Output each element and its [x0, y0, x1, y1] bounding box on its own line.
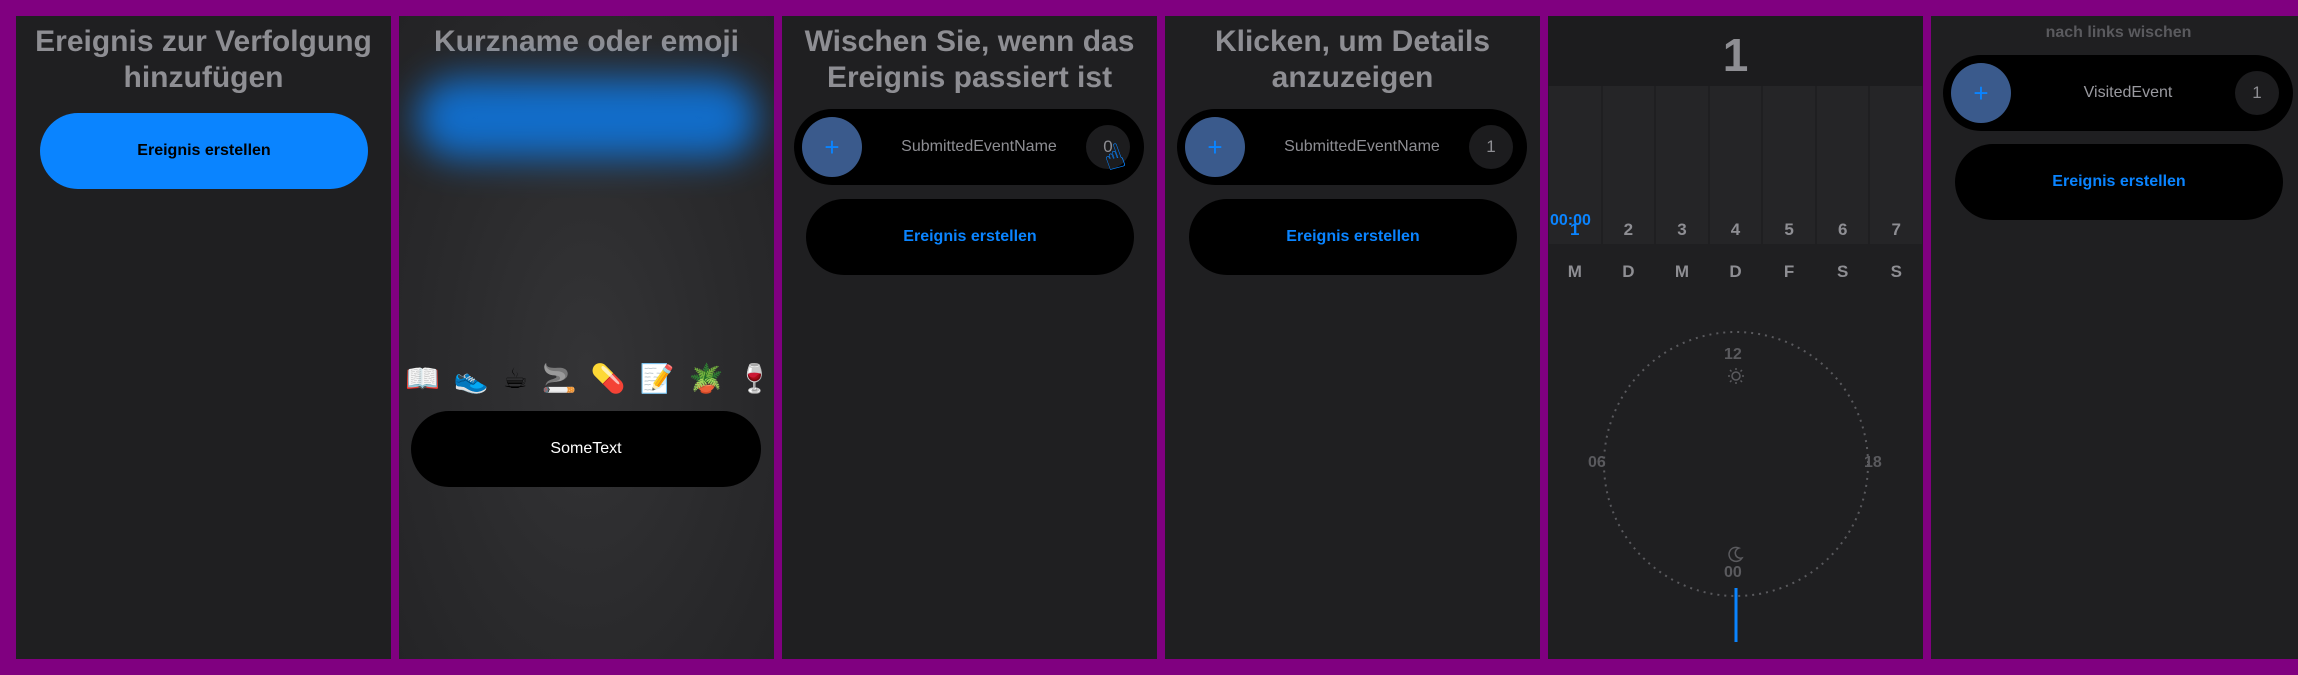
event-name: VisitedEvent — [2083, 84, 2173, 101]
create-event-button[interactable]: Ereignis erstellen — [806, 199, 1134, 275]
emoji-option[interactable]: 👟 — [454, 362, 489, 395]
create-event-button[interactable]: Ereignis erstellen — [1955, 144, 2283, 220]
panel-title: Klicken, um Details anzuzeigen — [1214, 25, 1491, 94]
emoji-option[interactable]: 💊 — [591, 362, 626, 395]
emoji-picker[interactable]: 📖👟☕🚬💊📝🪴🍷🍩 — [405, 362, 774, 395]
event-row[interactable]: + SubmittedEventName 0 — [794, 109, 1144, 185]
panel-title: Kurzname oder emoji — [433, 25, 740, 58]
onboarding-panel-stats: 1 1234567 00:00 MDMDFSS 12 06 18 00 — [1548, 16, 1923, 659]
clock-label-00: 00 — [1724, 564, 1742, 581]
event-row[interactable]: + VisitedEvent 1 — [1943, 55, 2293, 131]
create-event-label: Ereignis erstellen — [903, 228, 1037, 245]
emoji-option[interactable]: 🍷 — [737, 362, 772, 395]
panel-title: Ereignis zur Verfolgung hinzufügen — [35, 25, 372, 94]
plus-icon[interactable]: + — [802, 117, 862, 177]
create-event-button[interactable]: Ereignis erstellen — [1189, 199, 1517, 275]
create-event-button[interactable]: Ereignis erstellen — [40, 113, 368, 189]
clock-label-12: 12 — [1724, 346, 1742, 363]
create-event-label: Ereignis erstellen — [2052, 173, 2186, 190]
onboarding-panel-add-event: Ereignis zur Verfolgung hinzufügen Ereig… — [16, 16, 391, 659]
panel-title: Wischen Sie, wenn das Ereignis passiert … — [804, 25, 1135, 94]
onboarding-panel-swipe: Wischen Sie, wenn das Ereignis passiert … — [782, 16, 1157, 659]
emoji-option[interactable]: 🪴 — [688, 362, 723, 395]
create-event-label: Ereignis erstellen — [1286, 228, 1420, 245]
moon-icon — [1728, 546, 1744, 563]
onboarding-panel-name-input: Kurzname oder emoji 📖👟☕🚬💊📝🪴🍷🍩 SomeText — [399, 16, 774, 659]
emoji-option[interactable]: ☕ — [503, 362, 528, 395]
emoji-option[interactable]: 🚬 — [542, 362, 577, 395]
event-count: 1 — [1469, 125, 1513, 169]
event-count: 1 — [2235, 71, 2279, 115]
event-name: SubmittedEventName — [1284, 138, 1440, 155]
event-name: SubmittedEventName — [901, 138, 1057, 155]
plus-icon[interactable]: + — [1185, 117, 1245, 177]
event-row[interactable]: + SubmittedEventName 1 — [1177, 109, 1527, 185]
blurred-create-button — [417, 78, 757, 158]
name-input-field[interactable]: SomeText — [411, 411, 761, 487]
onboarding-panel-swipe-left: nach links wischen + VisitedEvent 1 Erei… — [1931, 16, 2298, 659]
emoji-option[interactable]: 📝 — [640, 362, 675, 395]
time-clock — [1603, 331, 1869, 642]
emoji-option[interactable]: 📖 — [405, 362, 440, 395]
clock-label-06: 06 — [1588, 454, 1606, 471]
onboarding-panel-details: Klicken, um Details anzuzeigen + Submitt… — [1165, 16, 1540, 659]
sun-icon — [1728, 368, 1744, 384]
plus-icon[interactable]: + — [1951, 63, 2011, 123]
clock-label-18: 18 — [1864, 454, 1882, 471]
swipe-hint: nach links wischen — [2045, 24, 2192, 41]
